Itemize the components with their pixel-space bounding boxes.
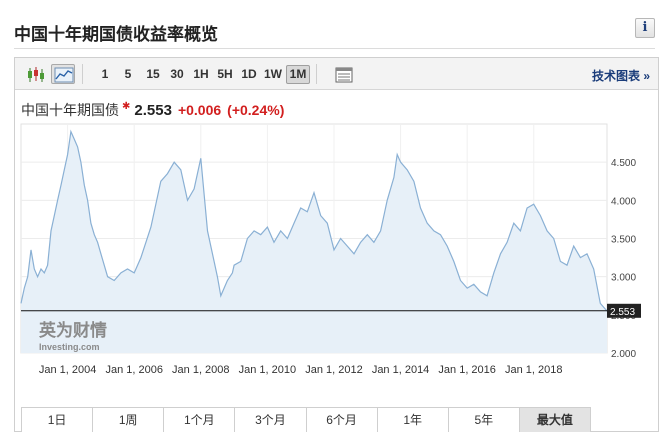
- y-tick-label: 4.500: [611, 158, 636, 169]
- range-1w[interactable]: 1周: [93, 408, 165, 432]
- x-tick-label: Jan 1, 2010: [239, 364, 297, 376]
- range-5y[interactable]: 5年: [448, 408, 520, 432]
- x-tick-label: Jan 1, 2008: [172, 364, 230, 376]
- range-1m[interactable]: 1个月: [164, 408, 236, 432]
- range-6m[interactable]: 6个月: [306, 408, 378, 432]
- y-tick-label: 2.000: [611, 349, 636, 360]
- x-tick-label: Jan 1, 2018: [505, 364, 563, 376]
- x-axis: Jan 1, 2004 Jan 1, 2006 Jan 1, 2008 Jan 1, …: [39, 364, 563, 376]
- x-tick-label: Jan 1, 2016: [438, 364, 496, 376]
- range-1d[interactable]: 1日: [22, 408, 94, 432]
- investing-logo: 英为财情 Investing.com: [39, 320, 107, 352]
- y-tick-label: 3.000: [611, 273, 636, 284]
- title-divider: [14, 48, 655, 49]
- x-tick-label: Jan 1, 2006: [105, 364, 163, 376]
- last-price-badge: 2.553: [607, 303, 641, 318]
- last-price-label: 2.553: [610, 307, 635, 318]
- watermark-en: Investing.com: [39, 342, 100, 352]
- range-3m[interactable]: 3个月: [235, 408, 307, 432]
- x-tick-label: Jan 1, 2004: [39, 364, 97, 376]
- chart-panel: 1 5 15 30 1H 5H 1D 1W 1M 技术图表 » 中国十年期国债 ✱…: [14, 57, 659, 432]
- y-tick-label: 4.000: [611, 196, 636, 207]
- page-title: 中国十年期国债收益率概览: [14, 25, 218, 44]
- y-axis: 4.5004.0003.5003.0002.5002.000: [611, 158, 636, 360]
- info-icon[interactable]: i: [635, 18, 655, 38]
- yield-chart[interactable]: 英为财情 Investing.com 4.500 4.000 3.500 3.000 2…: [15, 58, 658, 403]
- y-tick-label: 3.500: [611, 235, 636, 246]
- range-1y[interactable]: 1年: [377, 408, 449, 432]
- x-tick-label: Jan 1, 2012: [305, 364, 363, 376]
- watermark-cn: 英为财情: [39, 320, 107, 341]
- x-tick-label: Jan 1, 2014: [372, 364, 430, 376]
- range-max[interactable]: 最大值: [519, 408, 590, 432]
- range-selector: 1日 1周 1个月 3个月 6个月 1年 5年 最大值: [21, 407, 591, 432]
